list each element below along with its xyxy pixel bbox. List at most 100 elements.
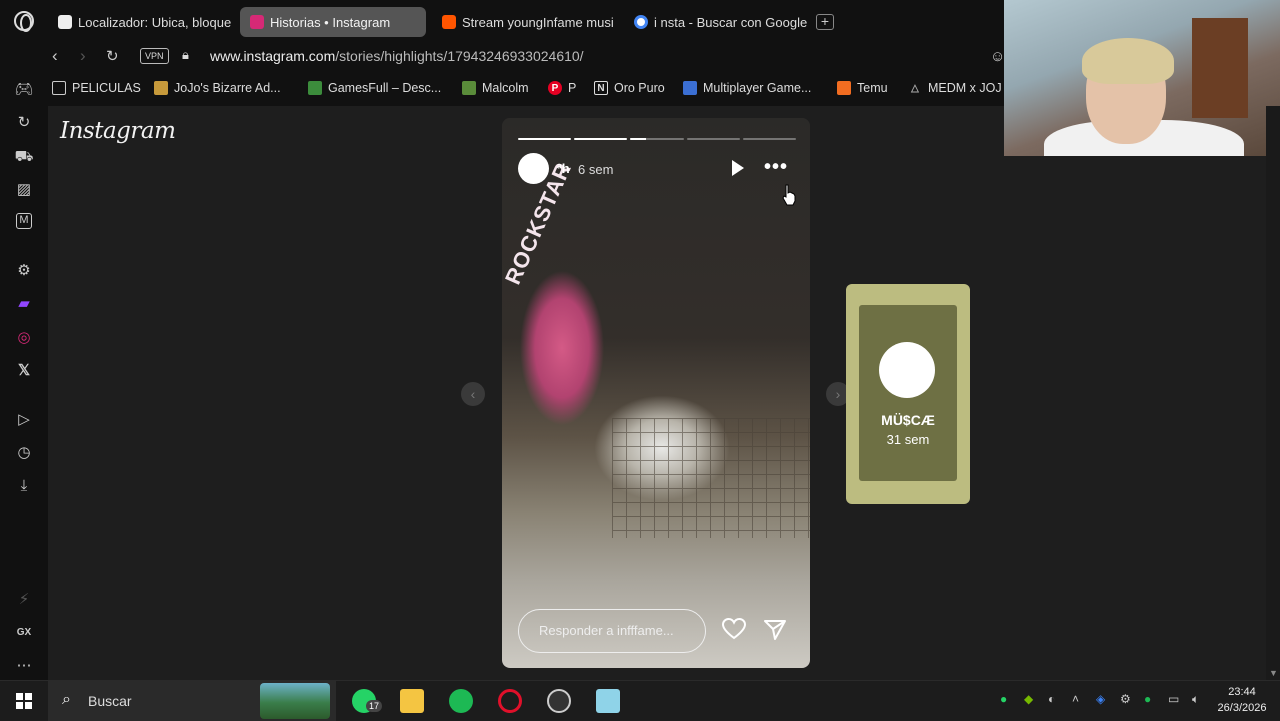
vpn-sidebar-icon[interactable]: ⚡︎	[14, 590, 34, 610]
folder-icon	[52, 81, 66, 95]
tab-label: Stream youngInfame musi	[462, 14, 614, 30]
progress-fill	[518, 138, 572, 140]
bookmark-label: Multiplayer Game...	[703, 81, 812, 95]
story-avatar[interactable]	[518, 153, 549, 184]
more-options-icon[interactable]: •••	[764, 156, 788, 179]
story-floor-tiles	[612, 418, 810, 538]
back-arrow-icon[interactable]: ‹	[52, 46, 58, 66]
bookmark-label: GamesFull – Desc...	[328, 81, 442, 95]
instagram-sidebar-icon[interactable]: ◎	[14, 328, 34, 348]
spotify-icon[interactable]	[449, 689, 473, 713]
reload-icon[interactable]: ↻	[106, 47, 119, 65]
download-icon[interactable]: ⤓	[14, 476, 34, 496]
scroll-down-icon[interactable]: ▼	[1269, 668, 1278, 678]
bookmark-pinterest[interactable]: P P	[548, 81, 576, 95]
progress-segment	[574, 138, 628, 140]
speed-dial-icon[interactable]: ↻	[14, 113, 34, 133]
localizador-favicon-icon	[58, 15, 72, 29]
opera-logo-icon[interactable]	[14, 11, 34, 32]
chatgpt-icon[interactable]: ⚙︎	[14, 261, 34, 281]
webcam-shelf	[1192, 18, 1248, 118]
file-explorer-icon[interactable]	[400, 689, 424, 713]
m-app-icon[interactable]: M	[16, 213, 32, 229]
tray-app-icon[interactable]: ◐	[1048, 692, 1055, 706]
tab-soundcloud[interactable]: Stream youngInfame musi	[432, 7, 620, 37]
tab-label: Localizador: Ubica, bloque	[78, 14, 232, 30]
obs-icon[interactable]	[547, 689, 571, 713]
progress-segment	[630, 138, 684, 140]
story-viewer[interactable]: ROCKSTAR ªh 6 sem ••• Responder a infffa…	[502, 118, 810, 668]
clock-time: 23:44	[1228, 686, 1256, 698]
more-sidebar-icon[interactable]: ⋯	[14, 656, 34, 676]
tray-settings-icon[interactable]: ⚙︎	[1120, 692, 1131, 706]
google-favicon-icon	[634, 15, 648, 29]
webcam-overlay	[1004, 0, 1280, 156]
prev-story-button[interactable]: ‹	[461, 382, 485, 406]
page-scrollbar[interactable]: ▼	[1266, 106, 1280, 680]
tab-label: i nsta - Buscar con Google	[654, 14, 808, 30]
nvidia-tray-icon[interactable]: ◆	[1024, 692, 1033, 706]
bookmark-multiplayer[interactable]: Multiplayer Game...	[683, 81, 811, 95]
url-host: www.instagram.com	[210, 48, 336, 64]
x-twitter-icon[interactable]: 𝕏	[14, 361, 34, 381]
spotify-tray-icon[interactable]: ●	[1144, 692, 1151, 706]
history-icon[interactable]: ◷	[14, 443, 34, 463]
next-story-preview[interactable]: MÜ$CÆ 31 sem	[846, 284, 970, 504]
vpn-badge[interactable]: VPN	[140, 48, 169, 64]
pinterest-icon: P	[548, 81, 562, 95]
share-send-icon[interactable]	[763, 619, 787, 641]
bookmark-label: Malcolm	[482, 81, 529, 95]
windows-start-icon[interactable]	[16, 693, 32, 709]
tab-instagram-stories[interactable]: Historias • Instagram	[240, 7, 426, 37]
whatsapp-tray-icon[interactable]: ●	[1000, 692, 1007, 706]
progress-segment	[686, 138, 740, 140]
notepad-icon[interactable]	[596, 689, 620, 713]
bookmark-jojo[interactable]: JoJo's Bizarre Ad...	[154, 81, 281, 95]
search-icon: ⌕	[62, 691, 71, 708]
url-field[interactable]: www.instagram.com/stories/highlights/179…	[210, 48, 584, 64]
instagram-favicon-icon	[250, 15, 264, 29]
clock-date: 26/3/2026	[1217, 702, 1267, 714]
next-story-name: MÜ$CÆ	[881, 412, 935, 428]
tab-localizador[interactable]: Localizador: Ubica, bloque	[48, 7, 236, 37]
twitch-icon[interactable]: ▰	[14, 294, 34, 314]
instagram-logo[interactable]: Instagram	[60, 118, 176, 144]
heart-icon[interactable]	[722, 618, 746, 640]
opera-gx-taskbar-icon[interactable]	[498, 689, 522, 713]
bookmark-label: PELICULAS	[72, 81, 141, 95]
forward-arrow-icon[interactable]: ›	[80, 46, 86, 66]
bookmark-temu[interactable]: Temu	[837, 81, 888, 95]
bookmark-medm[interactable]: △ MEDM x JOJ	[908, 81, 1001, 95]
n-icon: N	[594, 81, 608, 95]
taskbar-clock[interactable]: 23:44 26/3/2026	[1214, 684, 1270, 716]
progress-segment	[742, 138, 797, 140]
progress-fill	[574, 138, 628, 140]
shopping-icon[interactable]: ⛟	[14, 147, 34, 167]
bookmark-peliculas[interactable]: PELICULAS	[52, 81, 141, 95]
story-username[interactable]: ªh	[557, 161, 570, 176]
bookmark-malcolm[interactable]: Malcolm	[462, 81, 529, 95]
send-sidebar-icon[interactable]: ▷	[14, 410, 34, 430]
bookmark-gamesfull[interactable]: GamesFull – Desc...	[308, 81, 441, 95]
tab-google-search[interactable]: i nsta - Buscar con Google	[624, 7, 812, 37]
tray-antivirus-icon[interactable]: ◈	[1096, 692, 1105, 706]
play-icon[interactable]	[732, 160, 744, 176]
malcolm-icon	[462, 81, 476, 95]
gamepad-icon	[308, 81, 322, 95]
hand-cursor-icon	[782, 184, 796, 206]
temu-icon	[837, 81, 851, 95]
tabs-icon[interactable]: ▨	[14, 180, 34, 200]
bookmark-oro-puro[interactable]: N Oro Puro	[594, 81, 665, 95]
new-tab-button[interactable]: +	[816, 14, 834, 30]
gamepad-sidebar-icon[interactable]: 🎮︎	[14, 80, 34, 100]
whatsapp-badge: 17	[366, 700, 383, 712]
gx-icon[interactable]: GX	[14, 623, 34, 643]
lock-icon[interactable]: 🔒︎	[182, 47, 189, 63]
network-icon[interactable]: ▭	[1168, 692, 1179, 706]
browser-sidebar: 🎮︎ ↻ ⛟ ▨ M ⚙︎ ▰ ◎ 𝕏 ▷ ◷ ⤓ ⚡︎ GX ⋯	[0, 72, 48, 680]
next-story-avatar	[879, 342, 935, 398]
reply-input[interactable]: Responder a infffame...	[518, 609, 706, 653]
volume-icon[interactable]: 🔈︎	[1192, 692, 1199, 707]
taskbar-search-label: Buscar	[88, 693, 132, 709]
tray-chevron-icon[interactable]: ˄	[1072, 692, 1079, 706]
